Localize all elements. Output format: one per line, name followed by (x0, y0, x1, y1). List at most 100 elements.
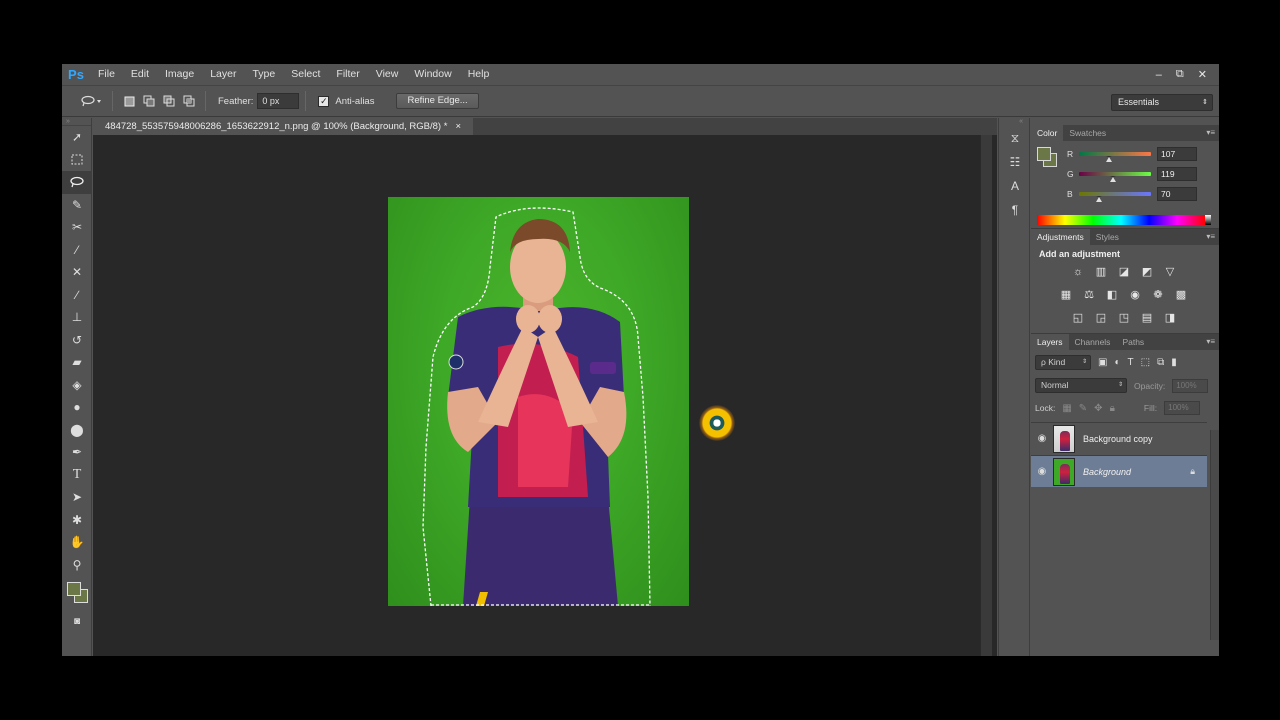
quick-mask-icon[interactable]: ◙ (62, 610, 92, 633)
layer-background-copy[interactable]: ◉ Background copy (1031, 422, 1207, 454)
filter-adjustment-icon[interactable]: ◐ (1114, 357, 1120, 368)
filter-type-icon[interactable]: T (1128, 357, 1134, 368)
feather-input[interactable]: 0 px (257, 93, 300, 109)
close-button[interactable]: ✕ (1198, 68, 1207, 81)
curves-icon[interactable]: ◪ (1117, 265, 1131, 279)
quick-selection-icon[interactable]: ✎ (62, 194, 92, 217)
fill-field[interactable]: 100% (1164, 401, 1201, 415)
panel-menu-icon[interactable]: ▾≡ (1206, 334, 1215, 350)
menu-type[interactable]: Type (244, 64, 283, 85)
menu-help[interactable]: Help (460, 64, 498, 85)
channel-mixer-icon[interactable]: ❁ (1151, 288, 1165, 302)
layers-scrollbar[interactable] (1210, 430, 1219, 640)
visibility-eye-icon[interactable]: ◉ (1031, 433, 1053, 444)
blue-slider[interactable]: B 70 (1067, 187, 1217, 205)
paint-bucket-icon[interactable]: ◈ (62, 374, 92, 397)
photo-filter-icon[interactable]: ◉ (1128, 288, 1142, 302)
tab-adjustments[interactable]: Adjustments (1031, 229, 1090, 245)
history-brush-icon[interactable]: ↺ (62, 329, 92, 352)
path-selection-icon[interactable]: ➤ (62, 486, 92, 509)
restore-button[interactable]: ⧉ (1176, 68, 1184, 81)
workspace-select[interactable]: Essentials ⇕ (1111, 94, 1213, 111)
history-panel-icon[interactable]: ⧖ (999, 126, 1031, 150)
foreground-color-swatch[interactable] (67, 582, 81, 596)
color-balance-icon[interactable]: ⚖ (1082, 288, 1096, 302)
menu-image[interactable]: Image (157, 64, 202, 85)
intersect-selection-icon[interactable] (179, 91, 199, 111)
gradient-map-icon[interactable]: ▤ (1140, 311, 1154, 325)
collapse-dock-icon[interactable]: « (999, 118, 1029, 126)
kind-filter-select[interactable]: ρ Kind ⇕ (1035, 355, 1091, 370)
vibrance-icon[interactable]: ▽ (1163, 265, 1177, 279)
lock-position-icon[interactable]: ✥ (1094, 403, 1102, 414)
invert-icon[interactable]: ◱ (1071, 311, 1085, 325)
brightness-contrast-icon[interactable]: ☼ (1071, 265, 1085, 279)
color-panel-foreground-swatch[interactable] (1037, 147, 1051, 161)
hand-icon[interactable]: ✋ (62, 531, 92, 554)
red-thumb[interactable] (1106, 156, 1112, 162)
color-lookup-icon[interactable]: ▩ (1174, 288, 1188, 302)
zoom-icon[interactable]: ⚲ (62, 554, 92, 577)
menu-filter[interactable]: Filter (328, 64, 367, 85)
green-value-field[interactable]: 119 (1157, 167, 1197, 181)
close-document-icon[interactable]: × (455, 118, 461, 135)
menu-layer[interactable]: Layer (202, 64, 244, 85)
tab-color[interactable]: Color (1031, 125, 1064, 141)
lock-image-icon[interactable]: ✎ (1079, 403, 1087, 414)
brush-icon[interactable]: ∕ (62, 284, 92, 307)
antialias-checkbox[interactable]: ✓ (318, 95, 330, 107)
green-slider[interactable]: G 119 (1067, 167, 1217, 185)
red-track[interactable] (1079, 152, 1151, 156)
pen-icon[interactable]: ✒ (62, 441, 92, 464)
red-slider[interactable]: R 107 (1067, 147, 1217, 165)
paragraph-panel-icon[interactable]: ¶ (999, 198, 1031, 222)
marquee-icon[interactable] (62, 149, 92, 172)
lock-transparent-icon[interactable]: ▦ (1062, 403, 1071, 414)
tab-layers[interactable]: Layers (1031, 334, 1069, 350)
properties-panel-icon[interactable]: ☷ (999, 150, 1031, 174)
eyedropper-icon[interactable]: ⁄ (62, 239, 92, 262)
lasso-preset-icon[interactable] (76, 91, 106, 111)
color-spectrum-bar[interactable] (1037, 215, 1211, 225)
menu-edit[interactable]: Edit (123, 64, 157, 85)
menu-view[interactable]: View (368, 64, 407, 85)
selective-color-icon[interactable]: ◨ (1163, 311, 1177, 325)
threshold-icon[interactable]: ◳ (1117, 311, 1131, 325)
blue-track[interactable] (1079, 192, 1151, 196)
filter-smart-object-icon[interactable]: ⧉ (1157, 357, 1164, 368)
canvas-area[interactable] (93, 135, 997, 656)
document-tab[interactable]: 484728_553575948006286_1653622912_n.png … (93, 118, 473, 135)
collapse-toolbar-icon[interactable]: » (62, 118, 91, 126)
tab-swatches[interactable]: Swatches (1063, 125, 1112, 141)
visibility-eye-icon[interactable]: ◉ (1031, 466, 1053, 477)
posterize-icon[interactable]: ◲ (1094, 311, 1108, 325)
tab-styles[interactable]: Styles (1090, 229, 1125, 245)
panel-menu-icon[interactable]: ▾≡ (1206, 125, 1215, 141)
menu-file[interactable]: File (90, 64, 123, 85)
levels-icon[interactable]: ▥ (1094, 265, 1108, 279)
panel-menu-icon[interactable]: ▾≡ (1206, 229, 1215, 245)
crop-icon[interactable]: ✂ (62, 216, 92, 239)
green-thumb[interactable] (1110, 176, 1116, 182)
filter-pixel-icon[interactable]: ▣ (1098, 357, 1107, 368)
move-icon[interactable]: ➚ (62, 126, 92, 149)
dodge-icon[interactable]: ⬤ (62, 419, 92, 442)
add-to-selection-icon[interactable] (139, 91, 159, 111)
black-white-ramp[interactable] (1205, 215, 1211, 225)
opacity-field[interactable]: 100% (1172, 378, 1209, 393)
new-selection-icon[interactable] (119, 91, 139, 111)
blur-icon[interactable]: ● (62, 396, 92, 419)
subtract-from-selection-icon[interactable] (159, 91, 179, 111)
tab-channels[interactable]: Channels (1069, 334, 1117, 350)
tab-paths[interactable]: Paths (1116, 334, 1150, 350)
lasso-icon[interactable] (62, 171, 92, 194)
canvas-scrollbar[interactable] (980, 135, 992, 656)
red-value-field[interactable]: 107 (1157, 147, 1197, 161)
hue-saturation-icon[interactable]: ▦ (1059, 288, 1073, 302)
lock-all-icon[interactable]: 🔒︎ (1110, 403, 1115, 414)
exposure-icon[interactable]: ◩ (1140, 265, 1154, 279)
shape-icon[interactable]: ✱ (62, 509, 92, 532)
minimize-button[interactable]: – (1156, 69, 1162, 81)
blue-value-field[interactable]: 70 (1157, 187, 1197, 201)
filter-toggle-icon[interactable]: ▮ (1171, 357, 1177, 368)
